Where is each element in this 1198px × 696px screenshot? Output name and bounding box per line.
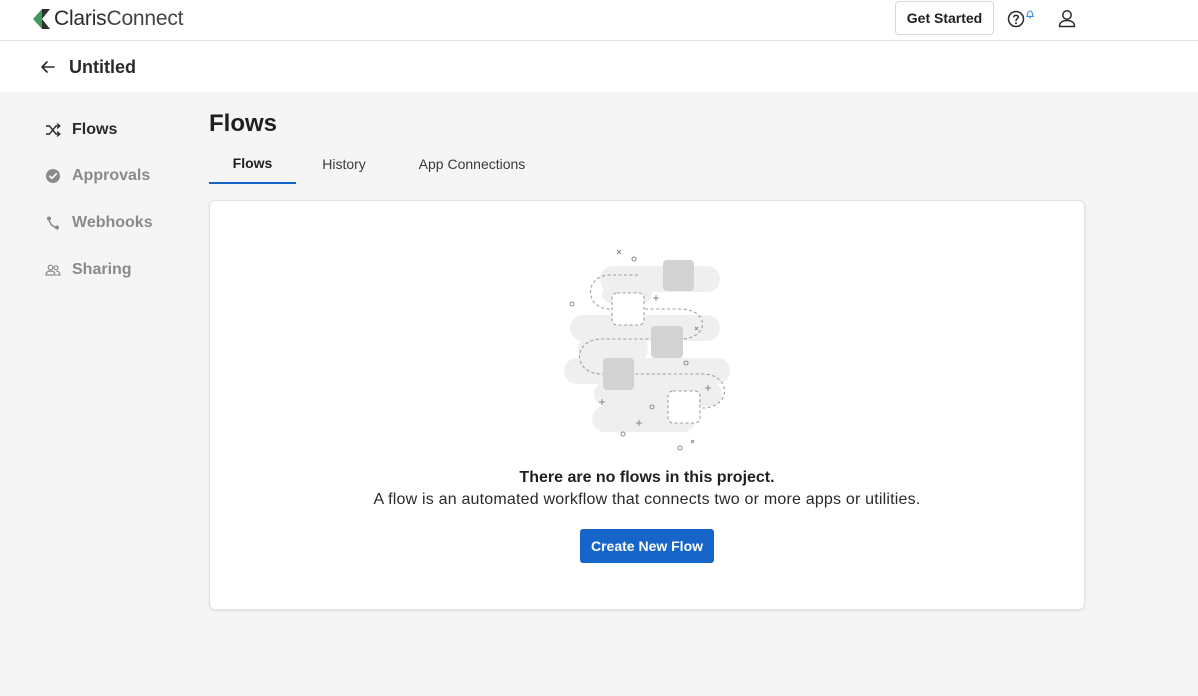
check-circle-icon (44, 167, 62, 185)
tab-flows[interactable]: Flows (209, 143, 296, 184)
project-title: Untitled (69, 57, 136, 77)
claris-connect-logo[interactable]: ClarisConnect (32, 7, 184, 31)
user-menu-button[interactable] (1057, 8, 1077, 30)
top-bar: ClarisConnect Get Started (0, 0, 1198, 41)
project-header: Untitled (0, 41, 1198, 92)
create-new-flow-button[interactable]: Create New Flow (580, 529, 714, 563)
sidebar-item-label: Sharing (72, 261, 132, 278)
get-started-button[interactable]: Get Started (895, 1, 994, 35)
arrow-left-icon (41, 61, 55, 73)
claris-logo-icon (33, 9, 50, 29)
sidebar-item-approvals[interactable]: Approvals (44, 164, 150, 188)
user-icon (1058, 10, 1076, 28)
sidebar-item-label: Flows (72, 121, 118, 138)
empty-flows-illustration (564, 249, 730, 451)
sidebar-item-label: Approvals (72, 167, 151, 184)
help-icon (1007, 10, 1034, 28)
back-button[interactable] (38, 57, 58, 77)
help-button[interactable] (1006, 8, 1036, 30)
bell-icon (1026, 10, 1034, 19)
sidebar-item-sharing[interactable]: Sharing (44, 258, 132, 282)
empty-state-description: A flow is an automated workflow that con… (373, 491, 921, 508)
tab-app-connections[interactable]: App Connections (411, 143, 533, 184)
empty-state-card: There are no flows in this project. A fl… (209, 200, 1085, 610)
tab-history[interactable]: History (309, 143, 379, 184)
logo-text-connect: Connect (106, 7, 184, 30)
people-icon (44, 261, 62, 279)
webhook-icon (44, 214, 62, 232)
shuffle-icon (44, 121, 62, 139)
page-title: Flows (209, 110, 278, 137)
sidebar-item-label: Webhooks (72, 214, 153, 231)
logo-text-claris: Claris (54, 7, 107, 30)
sidebar-item-webhooks[interactable]: Webhooks (44, 211, 153, 235)
sidebar-item-flows[interactable]: Flows (44, 118, 117, 142)
empty-state-title: There are no flows in this project. (519, 469, 775, 486)
